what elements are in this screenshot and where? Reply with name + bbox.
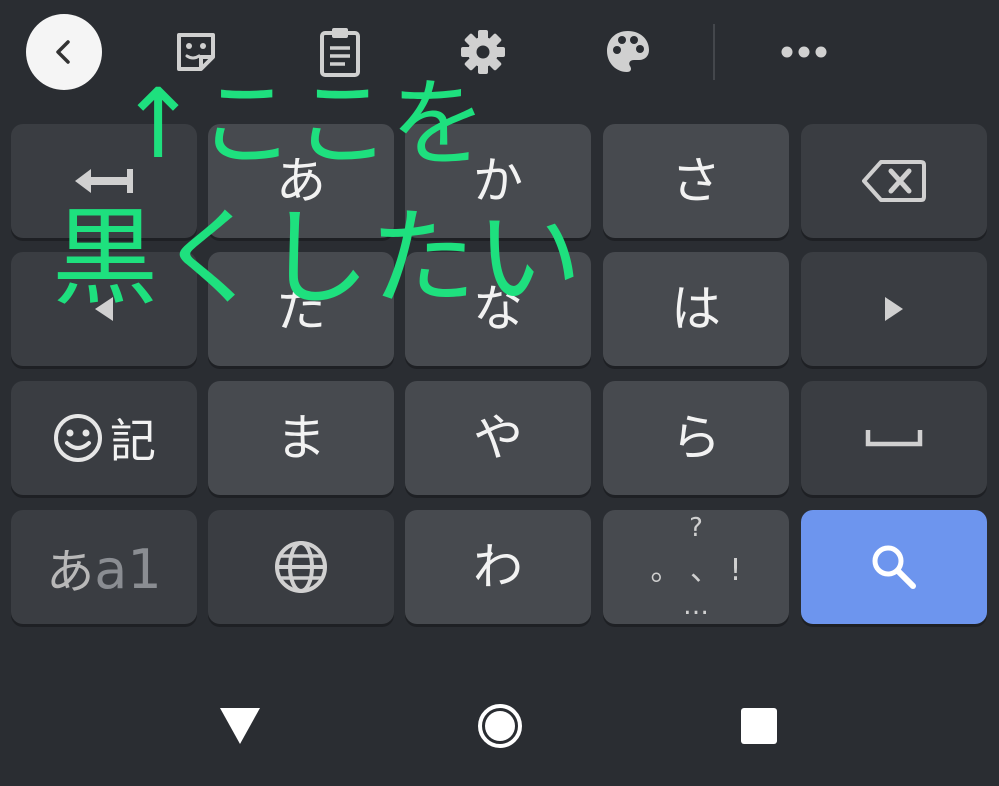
space-key[interactable] [801,381,987,495]
language-key[interactable] [208,510,394,624]
punct-mid-label: 。 、 ! [650,553,742,588]
input-mode-key[interactable]: あa1 [11,510,197,624]
key-ra-label: ら [671,409,721,467]
key-sa-label: さ [671,152,721,210]
key-wa-label: わ [473,538,523,596]
kigou-label: 記 [110,414,156,468]
mode-latin-label: a1 [94,538,162,601]
system-navbar [0,665,999,786]
smiley-icon [54,414,102,462]
punctuation-key[interactable]: ? 。 、 ! … [603,510,789,624]
key-ha[interactable]: は [603,252,789,366]
search-key[interactable] [801,510,987,624]
mode-kana-label: あ [46,544,95,600]
key-wa[interactable]: わ [405,510,591,624]
key-ya-label: や [473,409,523,467]
search-icon [872,545,916,589]
key-ma-label: ま [276,409,326,467]
nav-recents-button[interactable] [734,701,784,751]
punct-top-label: ? [689,513,703,543]
globe-icon [275,541,327,593]
cursor-right-key[interactable] [801,252,987,366]
key-ma[interactable]: ま [208,381,394,495]
input-mode-label: あa1 [46,532,161,602]
circle-home-icon [478,704,522,748]
backspace-key[interactable] [801,124,987,238]
annotation-line2: 黒くしたい [52,197,582,320]
nav-home-button[interactable] [475,701,525,751]
nav-back-button[interactable] [215,701,265,751]
key-ra[interactable]: ら [603,381,789,495]
cursor-right-icon [885,297,903,321]
square-recents-icon [741,708,777,744]
backspace-icon [862,160,926,202]
key-ha-label: は [671,280,721,338]
annotation-line1: ↑ここを [118,68,487,180]
key-sa[interactable]: さ [603,124,789,238]
punct-bottom-label: … [683,591,709,621]
triangle-back-icon [220,708,260,744]
emoji-symbol-key[interactable]: 記 [11,381,197,495]
key-ya[interactable]: や [405,381,591,495]
space-icon [865,430,923,447]
